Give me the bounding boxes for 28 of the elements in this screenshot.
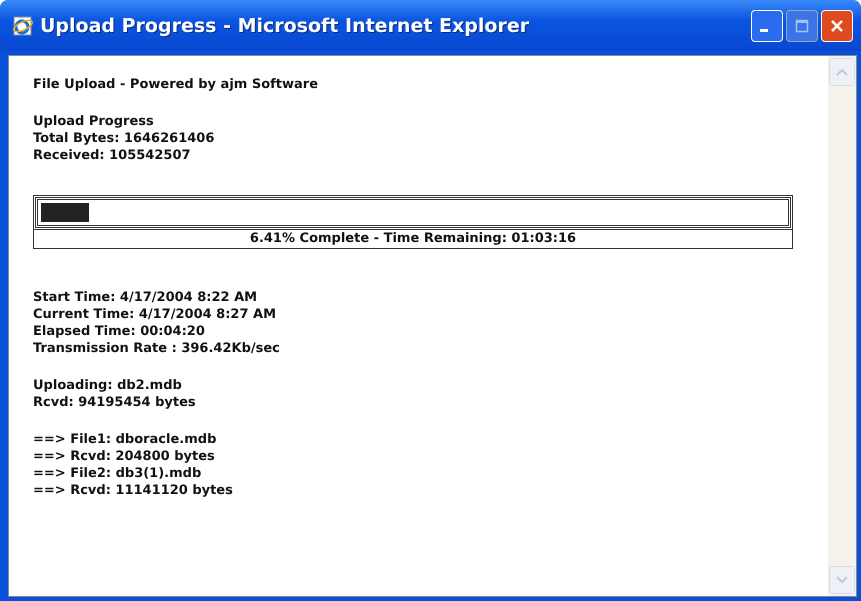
minimize-button[interactable] (751, 10, 783, 42)
close-button[interactable] (821, 10, 853, 42)
progress-caption: 6.41% Complete - Time Remaining: 01:03:16 (34, 229, 792, 248)
timing-line: Transmission Rate : 396.42Kb/sec (33, 340, 281, 357)
upload-line: Uploading: db2.mdb (33, 377, 183, 394)
minimize-icon (760, 29, 768, 32)
file-line: ==> Rcvd: 11141120 bytes (33, 482, 234, 499)
window-title: Upload Progress - Microsoft Internet Explorer (40, 14, 530, 36)
scrollbar[interactable] (828, 56, 856, 596)
file-line: ==> File2: db3(1).mdb (33, 465, 202, 482)
file-line: ==> Rcvd: 204800 bytes (33, 448, 216, 465)
page-heading: File Upload - Powered by ajm Software (33, 76, 320, 93)
browser-icon (12, 14, 34, 36)
timing-line: Current Time: 4/17/2004 8:27 AM (33, 306, 278, 323)
chevron-down-icon (836, 576, 848, 584)
close-icon (830, 18, 844, 32)
scroll-up-button[interactable] (829, 58, 855, 86)
maximize-button[interactable] (786, 10, 818, 42)
summary-line: Total Bytes: 1646261406 (33, 130, 216, 147)
upload-line: Rcvd: 94195454 bytes (33, 394, 197, 411)
chevron-up-icon (836, 68, 848, 76)
timing-line: Start Time: 4/17/2004 8:22 AM (33, 289, 258, 306)
scroll-down-button[interactable] (829, 566, 855, 594)
maximize-icon (795, 18, 809, 32)
summary-line: Upload Progress (33, 113, 155, 130)
timing-line: Elapsed Time: 00:04:20 (33, 323, 206, 340)
file-line: ==> File1: dboracle.mdb (33, 431, 218, 448)
summary-line: Received: 105542507 (33, 147, 192, 164)
